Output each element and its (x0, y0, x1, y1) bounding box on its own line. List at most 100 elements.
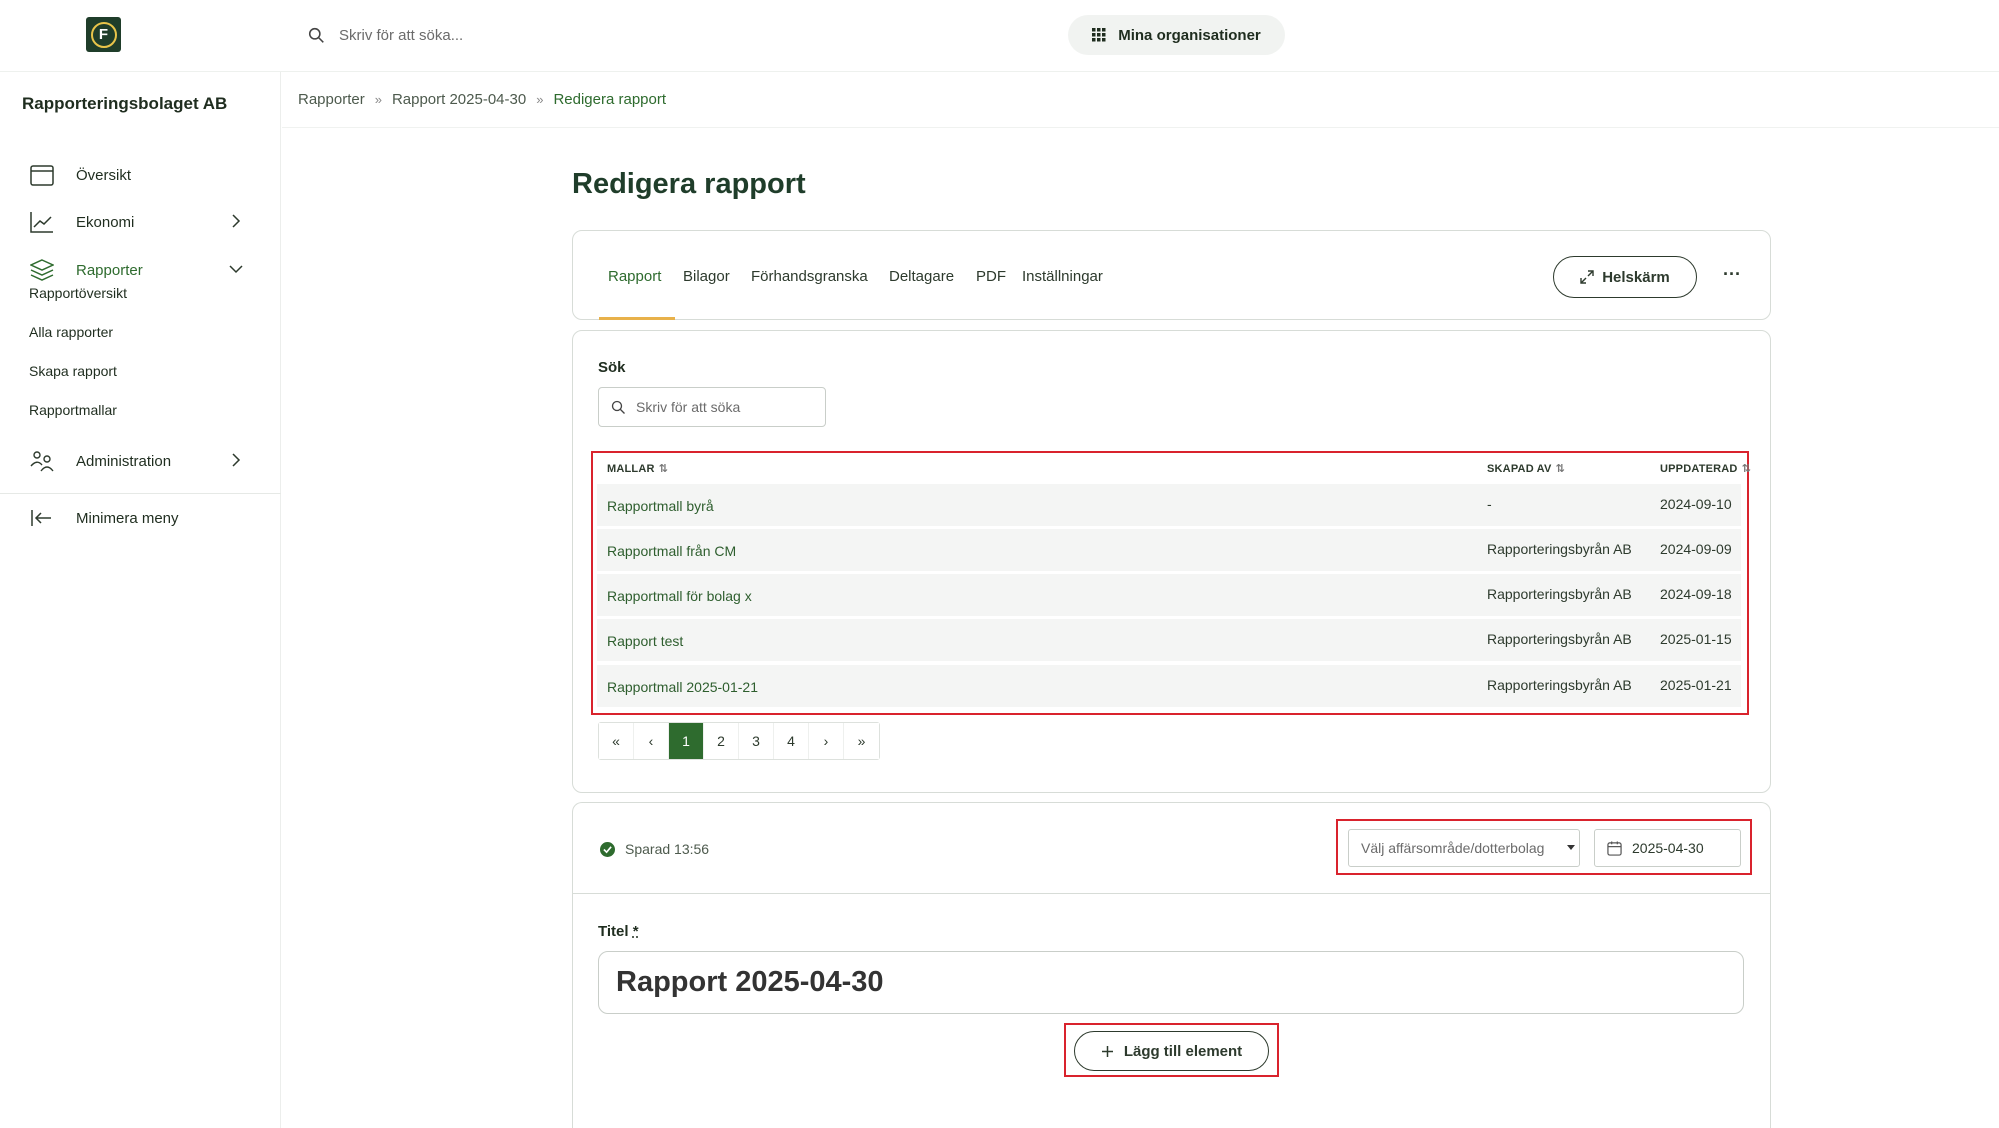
table-row[interactable]: Rapportmall från CM Rapporteringsbyrån A… (597, 529, 1741, 571)
logo[interactable]: F (86, 17, 121, 52)
chevron-right-icon (232, 214, 241, 228)
sidebar-item-label: Ekonomi (76, 213, 135, 231)
updated-cell: 2025-01-21 (1660, 677, 1732, 693)
more-options-icon[interactable]: ··· (1719, 261, 1745, 287)
sidebar: Rapporteringsbolaget AB Översikt Ekonomi… (0, 72, 281, 1128)
users-icon (30, 451, 54, 472)
sort-icon: ⇅ (658, 463, 669, 475)
next-page-button[interactable]: › (809, 723, 844, 759)
sidebar-subitem-rapportoversikt[interactable]: Rapportöversikt (29, 285, 127, 301)
template-name-link[interactable]: Rapportmall för bolag x (607, 588, 752, 604)
tab-deltagare[interactable]: Deltagare (889, 268, 954, 285)
sidebar-item-oversikt[interactable]: Översikt (0, 155, 281, 195)
fullscreen-button[interactable]: Helskärm (1553, 256, 1697, 298)
page-button-1[interactable]: 1 (669, 723, 704, 759)
date-picker[interactable]: 2025-04-30 (1594, 829, 1741, 867)
chevron-right-icon (232, 453, 241, 467)
created-by-cell: - (1487, 496, 1492, 512)
table-header: MALLAR ⇅ SKAPAD AV ⇅ UPPDATERAD ⇅ (593, 453, 1751, 483)
sidebar-item-label: Administration (76, 452, 172, 470)
add-element-button[interactable]: Lägg till element (1074, 1031, 1269, 1071)
sidebar-subitem-alla-rapporter[interactable]: Alla rapporter (29, 324, 113, 340)
first-page-button[interactable]: « (599, 723, 634, 759)
column-header-skapad-av[interactable]: SKAPAD AV ⇅ (1487, 462, 1565, 476)
sidebar-item-administration[interactable]: Administration (0, 441, 281, 481)
tab-bilagor[interactable]: Bilagor (683, 268, 730, 285)
minimize-menu-label: Minimera meny (76, 509, 179, 527)
column-header-label: SKAPAD AV (1487, 462, 1552, 475)
breadcrumb-current: Redigera rapport (553, 91, 667, 108)
sidebar-item-label: Rapporter (76, 261, 143, 279)
search-icon (308, 27, 324, 43)
breadcrumb-separator-icon: » (536, 92, 544, 107)
table-row[interactable]: Rapportmall för bolag x Rapporteringsbyr… (597, 574, 1741, 616)
updated-cell: 2025-01-15 (1660, 631, 1732, 647)
column-header-label: UPPDATERAD (1660, 462, 1738, 475)
page-button-2[interactable]: 2 (704, 723, 739, 759)
expand-icon (1580, 270, 1594, 284)
sidebar-subitem-rapportmallar[interactable]: Rapportmallar (29, 402, 117, 418)
business-area-select-placeholder: Välj affärsområde/dotterbolag (1361, 840, 1545, 856)
title-input[interactable] (598, 951, 1744, 1014)
updated-cell: 2024-09-18 (1660, 586, 1732, 602)
sort-icon: ⇅ (1555, 463, 1565, 475)
table-row[interactable]: Rapportmall 2025-01-21 Rapporteringsbyrå… (597, 665, 1741, 707)
layers-icon (30, 259, 54, 281)
minimize-menu-button[interactable]: Minimera meny (0, 498, 281, 538)
column-header-uppdaterad[interactable]: UPPDATERAD ⇅ (1660, 462, 1751, 476)
templates-table: MALLAR ⇅ SKAPAD AV ⇅ UPPDATERAD ⇅ Rappor… (591, 451, 1751, 715)
page-button-4[interactable]: 4 (774, 723, 809, 759)
templates-card: Sök MALLAR ⇅ SKAPAD AV ⇅ UPPDATERAD ⇅ Ra… (572, 330, 1771, 793)
tab-rapport[interactable]: Rapport (608, 268, 661, 285)
save-status-text: Sparad 13:56 (625, 841, 710, 857)
tab-installningar[interactable]: Inställningar (1022, 268, 1103, 285)
divider (573, 893, 1770, 894)
template-search (598, 387, 826, 427)
calendar-icon (1607, 840, 1622, 856)
last-page-button[interactable]: » (844, 723, 879, 759)
tab-pdf[interactable]: PDF (976, 268, 1006, 285)
add-element-label: Lägg till element (1123, 1042, 1243, 1060)
pagination: « ‹ 1 2 3 4 › » (598, 722, 880, 760)
breadcrumb-link-rapporter[interactable]: Rapporter (298, 91, 365, 108)
updated-cell: 2024-09-09 (1660, 541, 1732, 557)
title-label: Titel * (598, 923, 639, 940)
sidebar-item-ekonomi[interactable]: Ekonomi (0, 202, 281, 242)
calendar-icon (30, 165, 54, 186)
collapse-left-icon (31, 510, 51, 526)
table-row[interactable]: Rapport test Rapporteringsbyrån AB 2025-… (597, 619, 1741, 661)
active-tab-indicator (599, 317, 675, 320)
column-header-mallar[interactable]: MALLAR ⇅ (607, 462, 669, 476)
prev-page-button[interactable]: ‹ (634, 723, 669, 759)
sidebar-divider (0, 493, 281, 494)
my-organizations-label: Mina organisationer (1118, 26, 1261, 44)
page-title: Redigera rapport (572, 168, 806, 200)
tab-forhandsgranska[interactable]: Förhandsgranska (751, 268, 868, 285)
created-by-cell: Rapporteringsbyrån AB (1487, 541, 1632, 557)
breadcrumb-bar: Rapporter » Rapport 2025-04-30 » Rediger… (282, 72, 1999, 128)
my-organizations-button[interactable]: Mina organisationer (1068, 15, 1285, 55)
template-search-input[interactable] (636, 399, 816, 415)
column-header-label: MALLAR (607, 462, 655, 475)
template-name-link[interactable]: Rapportmall från CM (607, 543, 736, 559)
save-status: Sparad 13:56 (600, 841, 709, 857)
required-marker: * (632, 923, 639, 940)
breadcrumb-link-rapport[interactable]: Rapport 2025-04-30 (392, 91, 526, 108)
add-element-highlight: Lägg till element (1064, 1023, 1279, 1077)
sidebar-item-rapporter[interactable]: Rapporter (0, 250, 281, 290)
global-search-input[interactable] (339, 26, 659, 44)
template-name-link[interactable]: Rapport test (607, 633, 683, 649)
top-bar: F Mina organisationer (0, 0, 1999, 72)
table-row[interactable]: Rapportmall byrå - 2024-09-10 (597, 484, 1741, 526)
editor-controls: Välj affärsområde/dotterbolag 2025-04-30 (1336, 819, 1752, 875)
editor-card: Sparad 13:56 Välj affärsområde/dotterbol… (572, 802, 1771, 1128)
caret-down-icon (1567, 845, 1575, 850)
template-name-link[interactable]: Rapportmall byrå (607, 498, 714, 514)
sidebar-subitem-skapa-rapport[interactable]: Skapa rapport (29, 363, 117, 379)
created-by-cell: Rapporteringsbyrån AB (1487, 586, 1632, 602)
template-name-link[interactable]: Rapportmall 2025-01-21 (607, 679, 758, 695)
business-area-select[interactable]: Välj affärsområde/dotterbolag (1348, 829, 1580, 867)
date-value: 2025-04-30 (1632, 840, 1704, 856)
created-by-cell: Rapporteringsbyrån AB (1487, 677, 1632, 693)
page-button-3[interactable]: 3 (739, 723, 774, 759)
